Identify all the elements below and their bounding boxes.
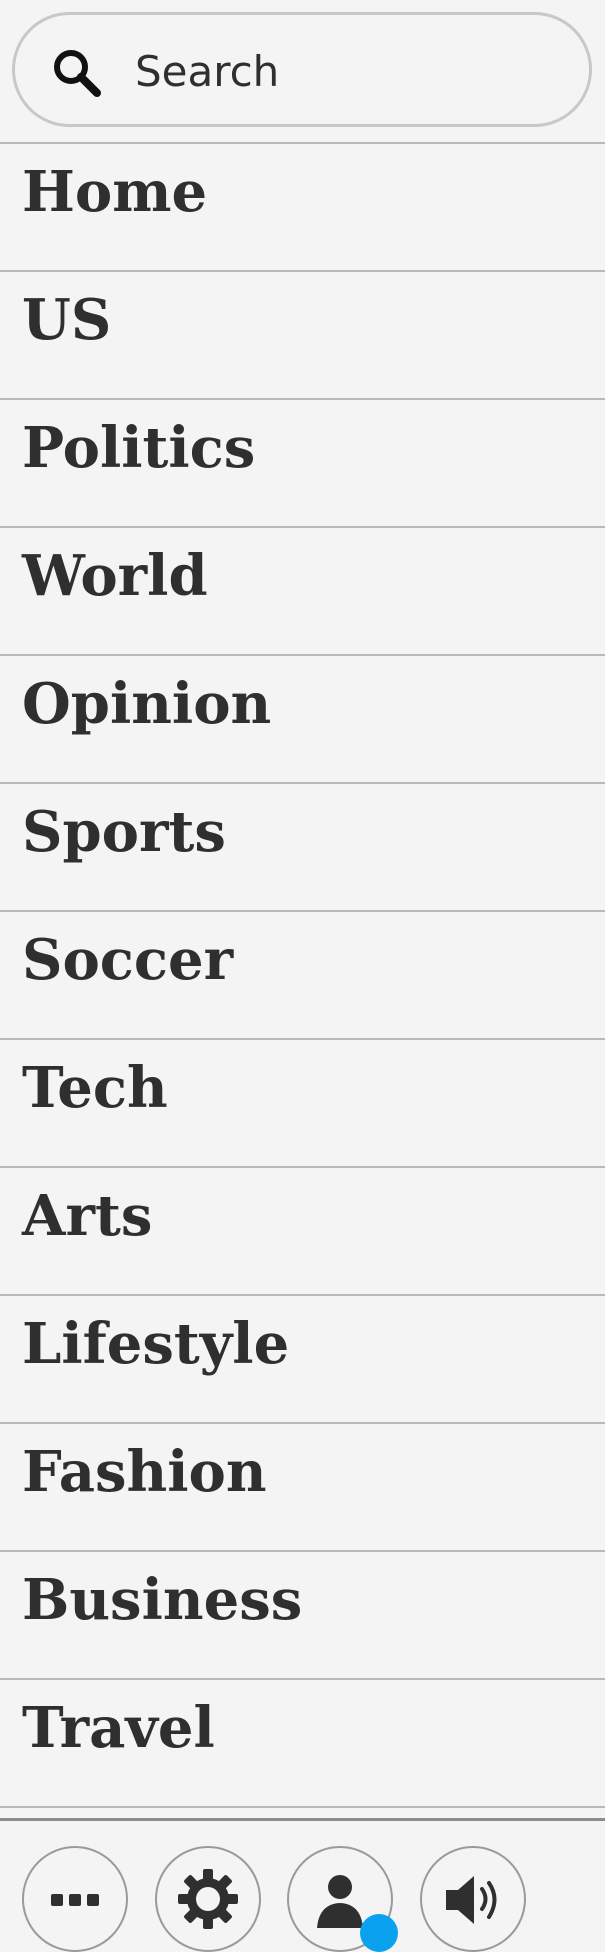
nav-item-business[interactable]: Business bbox=[0, 1550, 605, 1678]
nav-item-label: Opinion bbox=[22, 671, 272, 737]
nav-item-opinion[interactable]: Opinion bbox=[0, 654, 605, 782]
more-icon bbox=[51, 1894, 99, 1906]
nav-item-label: Lifestyle bbox=[22, 1311, 290, 1377]
search-icon bbox=[54, 50, 101, 97]
settings-button[interactable] bbox=[155, 1846, 261, 1952]
nav-item-tech[interactable]: Tech bbox=[0, 1038, 605, 1166]
nav-item-travel[interactable]: Travel bbox=[0, 1678, 605, 1808]
audio-button[interactable] bbox=[420, 1846, 526, 1952]
nav-item-sports[interactable]: Sports bbox=[0, 782, 605, 910]
nav-item-label: Arts bbox=[22, 1183, 153, 1249]
nav-item-world[interactable]: World bbox=[0, 526, 605, 654]
nav-item-label: World bbox=[22, 543, 208, 609]
nav-item-label: Business bbox=[22, 1567, 303, 1633]
nav-item-label: Sports bbox=[22, 799, 226, 865]
toolbar-divider bbox=[0, 1818, 605, 1821]
nav-item-politics[interactable]: Politics bbox=[0, 398, 605, 526]
more-button[interactable] bbox=[22, 1846, 128, 1952]
nav-item-lifestyle[interactable]: Lifestyle bbox=[0, 1294, 605, 1422]
nav-item-home[interactable]: Home bbox=[0, 142, 605, 270]
nav-item-fashion[interactable]: Fashion bbox=[0, 1422, 605, 1550]
section-nav: Home US Politics World Opinion Sports So… bbox=[0, 142, 605, 1808]
search-input[interactable] bbox=[125, 39, 575, 103]
nav-item-label: Travel bbox=[22, 1695, 215, 1761]
nav-item-label: Tech bbox=[22, 1055, 168, 1121]
nav-item-label: Politics bbox=[22, 415, 256, 481]
speaker-icon bbox=[446, 1876, 497, 1924]
nav-item-label: Home bbox=[22, 159, 208, 225]
nav-item-arts[interactable]: Arts bbox=[0, 1166, 605, 1294]
search-bar[interactable] bbox=[12, 12, 592, 127]
nav-item-label: Soccer bbox=[22, 927, 234, 993]
nav-item-soccer[interactable]: Soccer bbox=[0, 910, 605, 1038]
nav-item-us[interactable]: US bbox=[0, 270, 605, 398]
gear-icon bbox=[178, 1869, 238, 1929]
notification-badge bbox=[360, 1914, 398, 1952]
nav-item-label: US bbox=[22, 287, 112, 353]
nav-item-label: Fashion bbox=[22, 1439, 267, 1505]
